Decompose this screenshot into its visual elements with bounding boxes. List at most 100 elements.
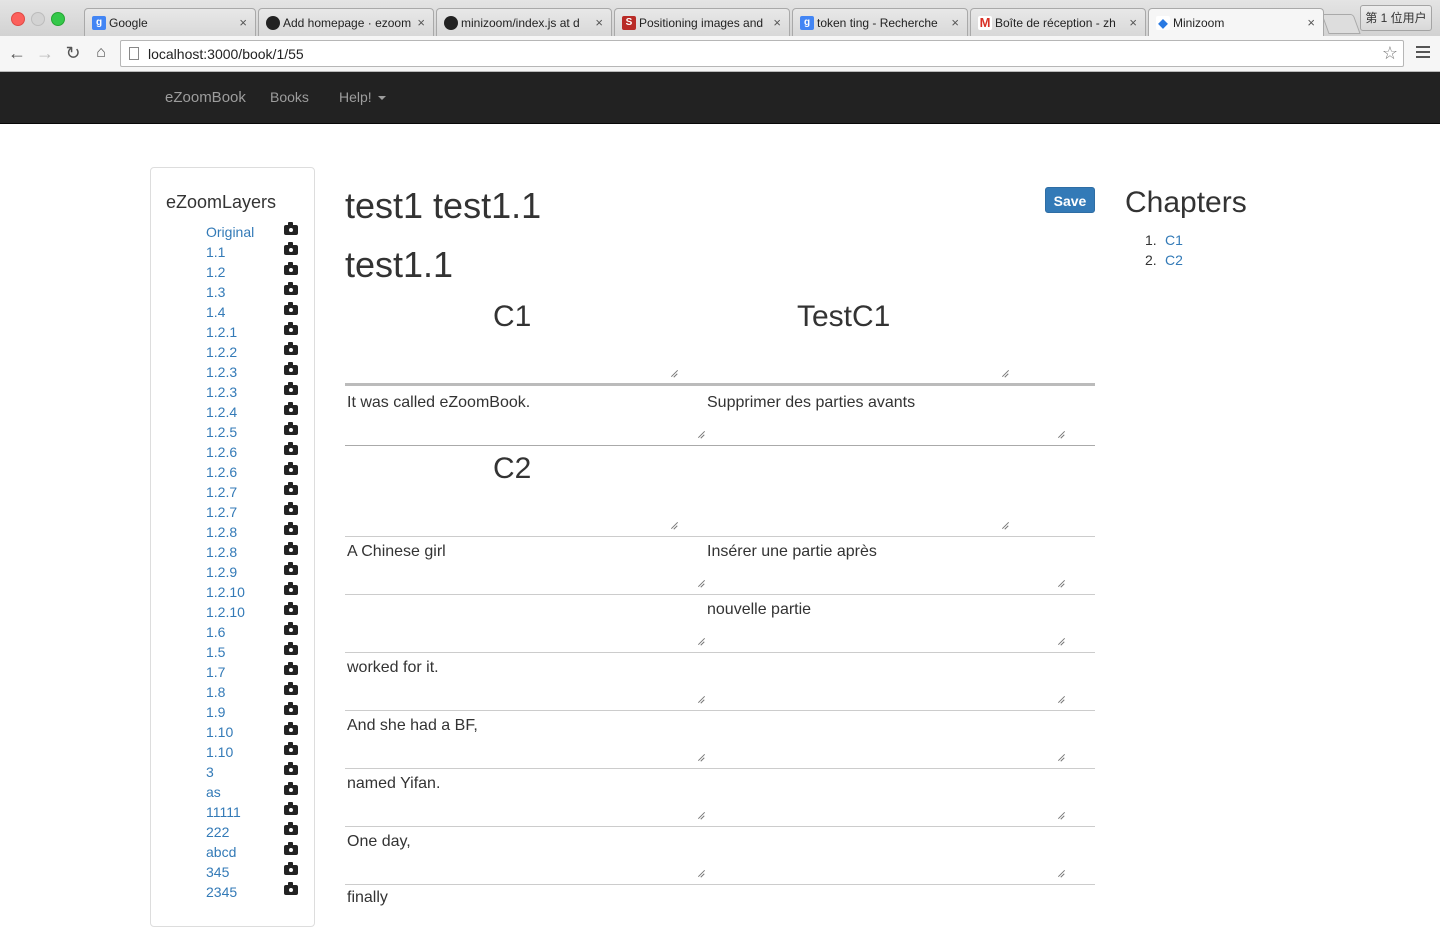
text-cell-left[interactable]: And she had a BF, <box>347 717 478 735</box>
camera-icon[interactable] <box>284 322 298 335</box>
layer-link[interactable]: 1.3 <box>206 284 225 300</box>
nav-books-link[interactable]: Books <box>270 89 309 105</box>
back-arrow-icon[interactable]: ← <box>6 42 28 64</box>
layer-link[interactable]: 1.9 <box>206 704 225 720</box>
chapter-title-left[interactable]: C2 <box>493 452 531 486</box>
layer-link[interactable]: Original <box>206 224 254 240</box>
camera-icon[interactable] <box>284 622 298 635</box>
window-close-button[interactable] <box>11 12 25 26</box>
text-cell-left[interactable]: A Chinese girl <box>347 543 446 561</box>
resize-handle-icon[interactable] <box>1057 638 1064 645</box>
layer-link[interactable]: 222 <box>206 824 229 840</box>
layer-link[interactable]: 1.2.7 <box>206 484 237 500</box>
chapter-title-left[interactable]: C1 <box>493 300 531 334</box>
camera-icon[interactable] <box>284 602 298 615</box>
camera-icon[interactable] <box>284 882 298 895</box>
layer-link[interactable]: 1.2.1 <box>206 324 237 340</box>
resize-handle-icon[interactable] <box>1001 370 1008 377</box>
tab-close-icon[interactable]: × <box>1307 15 1315 30</box>
url-text[interactable]: localhost:3000/book/1/55 <box>148 46 304 62</box>
tab-close-icon[interactable]: × <box>773 15 781 30</box>
layer-link[interactable]: 2345 <box>206 884 237 900</box>
layer-link[interactable]: 1.2.4 <box>206 404 237 420</box>
new-tab-button[interactable] <box>1321 14 1361 34</box>
camera-icon[interactable] <box>284 822 298 835</box>
layer-link[interactable]: 1.2.6 <box>206 444 237 460</box>
save-button[interactable]: Save <box>1045 187 1095 213</box>
camera-icon[interactable] <box>284 562 298 575</box>
chapter-link[interactable]: C2 <box>1165 252 1183 268</box>
layer-link[interactable]: 1.1 <box>206 244 225 260</box>
layer-link[interactable]: 1.7 <box>206 664 225 680</box>
camera-icon[interactable] <box>284 402 298 415</box>
text-cell-left[interactable]: worked for it. <box>347 659 439 677</box>
camera-icon[interactable] <box>284 742 298 755</box>
window-maximize-button[interactable] <box>51 12 65 26</box>
layer-link[interactable]: 1.10 <box>206 724 233 740</box>
resize-handle-icon[interactable] <box>697 754 704 761</box>
layer-link[interactable]: 1.4 <box>206 304 225 320</box>
camera-icon[interactable] <box>284 462 298 475</box>
browser-tab[interactable]: g token ting - Recherche × <box>792 8 968 36</box>
layer-link[interactable]: 1.2.10 <box>206 604 245 620</box>
layer-link[interactable]: 1.2.7 <box>206 504 237 520</box>
camera-icon[interactable] <box>284 582 298 595</box>
camera-icon[interactable] <box>284 522 298 535</box>
layer-link[interactable]: 345 <box>206 864 229 880</box>
camera-icon[interactable] <box>284 542 298 555</box>
layer-link[interactable]: 1.2.6 <box>206 464 237 480</box>
layer-link[interactable]: 3 <box>206 764 214 780</box>
resize-handle-icon[interactable] <box>697 580 704 587</box>
resize-handle-icon[interactable] <box>1001 522 1008 529</box>
layer-link[interactable]: 1.2.8 <box>206 524 237 540</box>
camera-icon[interactable] <box>284 502 298 515</box>
resize-handle-icon[interactable] <box>670 522 677 529</box>
camera-icon[interactable] <box>284 222 298 235</box>
camera-icon[interactable] <box>284 862 298 875</box>
camera-icon[interactable] <box>284 342 298 355</box>
text-cell-left[interactable]: named Yifan. <box>347 775 440 793</box>
reload-icon[interactable]: ↻ <box>62 42 84 64</box>
forward-arrow-icon[interactable]: → <box>34 42 56 64</box>
nav-help-dropdown[interactable]: Help! <box>339 89 386 105</box>
text-cell-left[interactable]: It was called eZoomBook. <box>347 394 530 412</box>
layer-link[interactable]: 1.2 <box>206 264 225 280</box>
camera-icon[interactable] <box>284 802 298 815</box>
camera-icon[interactable] <box>284 662 298 675</box>
bookmark-star-icon[interactable]: ☆ <box>1382 43 1398 64</box>
resize-handle-icon[interactable] <box>697 870 704 877</box>
brand-link[interactable]: eZoomBook <box>165 89 246 106</box>
tab-close-icon[interactable]: × <box>595 15 603 30</box>
layer-link[interactable]: 1.2.8 <box>206 544 237 560</box>
layer-link[interactable]: 1.5 <box>206 644 225 660</box>
camera-icon[interactable] <box>284 442 298 455</box>
layer-link[interactable]: 1.8 <box>206 684 225 700</box>
camera-icon[interactable] <box>284 242 298 255</box>
browser-tab[interactable]: Add homepage · ezoom × <box>258 8 434 36</box>
text-cell-left[interactable]: One day, <box>347 833 411 851</box>
camera-icon[interactable] <box>284 842 298 855</box>
layer-link[interactable]: 1.2.3 <box>206 364 237 380</box>
browser-tab[interactable]: minizoom/index.js at d × <box>436 8 612 36</box>
camera-icon[interactable] <box>284 282 298 295</box>
chrome-menu-icon[interactable] <box>1416 46 1430 61</box>
camera-icon[interactable] <box>284 642 298 655</box>
profile-button[interactable]: 第 1 位用户 <box>1360 5 1432 31</box>
resize-handle-icon[interactable] <box>1057 870 1064 877</box>
camera-icon[interactable] <box>284 362 298 375</box>
layer-link[interactable]: 11111 <box>206 804 241 820</box>
camera-icon[interactable] <box>284 702 298 715</box>
resize-handle-icon[interactable] <box>697 696 704 703</box>
layer-link[interactable]: 1.10 <box>206 744 233 760</box>
layer-link[interactable]: 1.6 <box>206 624 225 640</box>
text-cell-right[interactable]: Supprimer des parties avants <box>707 394 915 412</box>
layer-link[interactable]: 1.2.2 <box>206 344 237 360</box>
resize-handle-icon[interactable] <box>1057 812 1064 819</box>
window-minimize-button[interactable] <box>31 12 45 26</box>
camera-icon[interactable] <box>284 262 298 275</box>
camera-icon[interactable] <box>284 482 298 495</box>
camera-icon[interactable] <box>284 762 298 775</box>
resize-handle-icon[interactable] <box>670 370 677 377</box>
layer-link[interactable]: as <box>206 784 221 800</box>
resize-handle-icon[interactable] <box>1057 431 1064 438</box>
